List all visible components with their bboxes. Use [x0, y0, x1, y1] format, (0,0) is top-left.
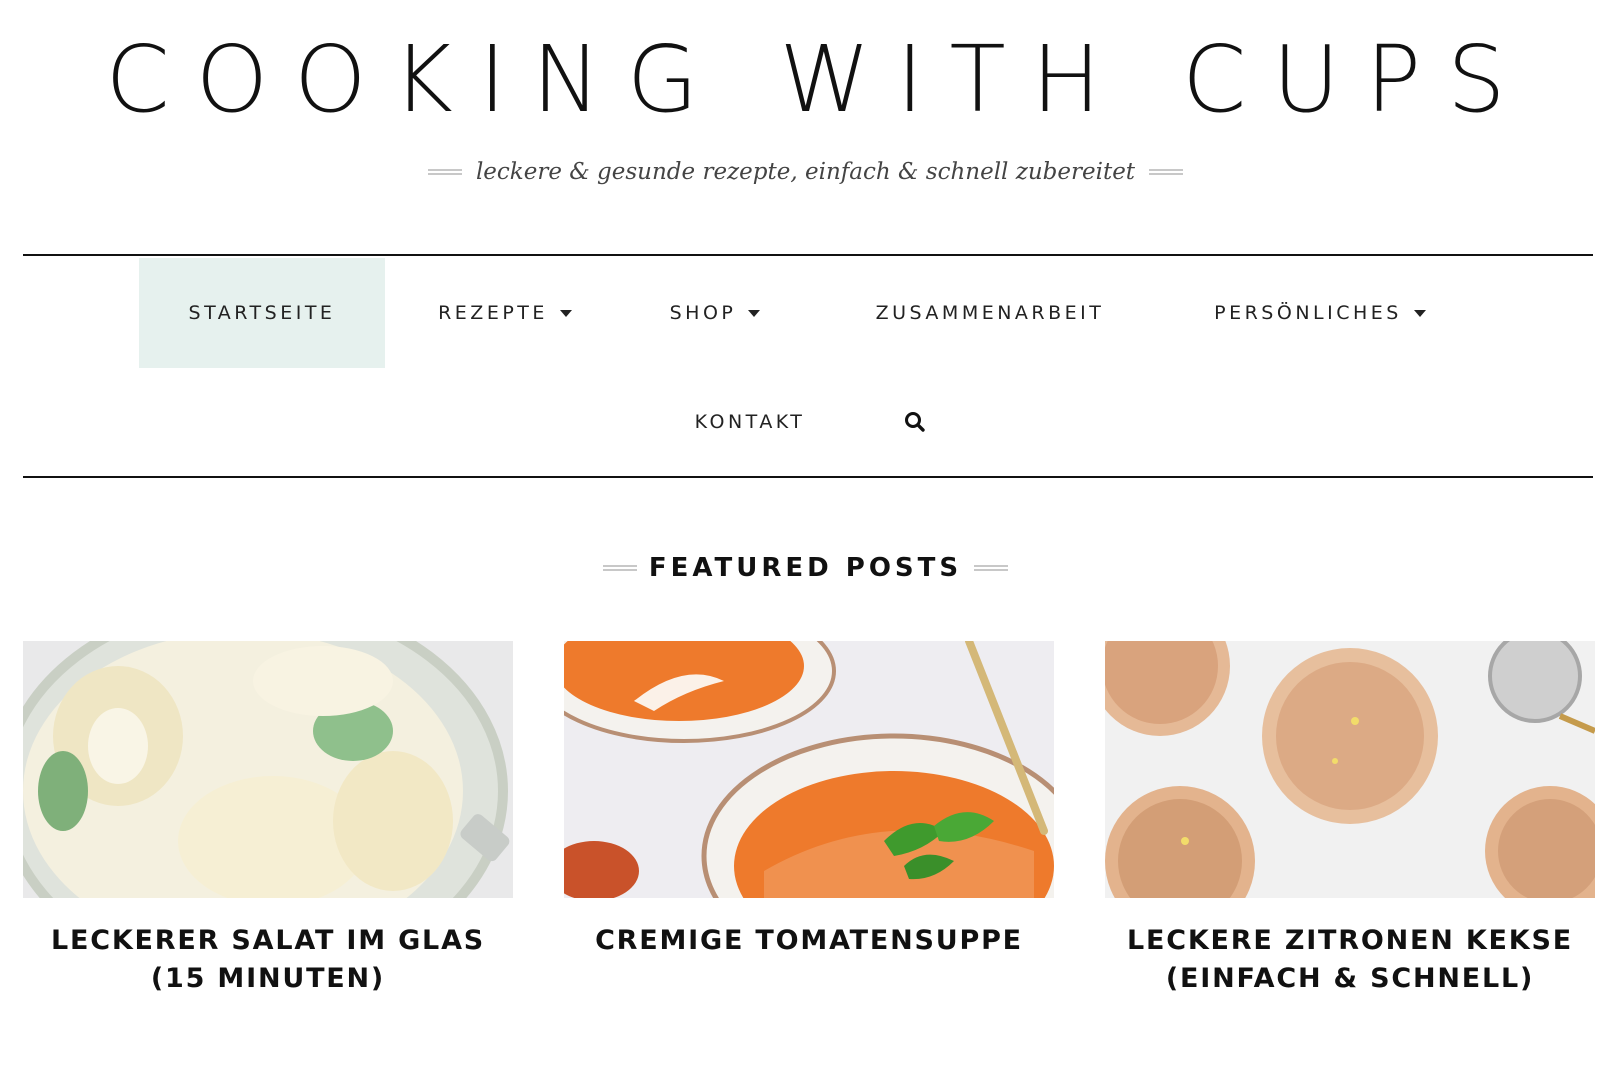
featured-post-card: LECKERER SALAT IM GLAS (15 MINUTEN)	[23, 641, 513, 998]
nav-item-shop[interactable]: SHOP	[650, 258, 780, 368]
search-icon[interactable]	[904, 411, 926, 433]
post-image-tomato-soup[interactable]	[564, 641, 1054, 898]
nav-bottom-rule	[23, 476, 1593, 478]
caret-down-icon	[748, 309, 761, 317]
post-image-salad[interactable]	[23, 641, 513, 898]
nav-item-label: STARTSEITE	[188, 302, 336, 324]
post-title-line: (15 MINUTEN)	[150, 963, 386, 994]
tagline: leckere & gesunde rezepte, einfach & sch…	[475, 159, 1136, 185]
nav-item-label: KONTAKT	[694, 411, 806, 433]
post-title[interactable]: LECKERER SALAT IM GLAS (15 MINUTEN)	[23, 922, 513, 998]
featured-heading: FEATURED POSTS	[648, 553, 963, 583]
featured-divider-right	[974, 565, 1009, 571]
post-image-lemon-cookies[interactable]	[1105, 641, 1595, 898]
site-title[interactable]: COOKING WITH CUPS	[0, 30, 1611, 130]
featured-divider-left	[602, 565, 637, 571]
caret-down-icon	[559, 309, 572, 317]
post-title[interactable]: CREMIGE TOMATENSUPPE	[564, 922, 1054, 960]
post-title-line: LECKERER SALAT IM GLAS	[50, 925, 486, 956]
featured-post-card: LECKERE ZITRONEN KEKSE (EINFACH & SCHNEL…	[1105, 641, 1595, 998]
post-title-line: (EINFACH & SCHNELL)	[1165, 963, 1535, 994]
nav-item-rezepte[interactable]: REZEPTE	[420, 258, 590, 368]
nav-item-zusammenarbeit[interactable]: ZUSAMMENARBEIT	[850, 258, 1130, 368]
post-title[interactable]: LECKERE ZITRONEN KEKSE (EINFACH & SCHNEL…	[1105, 922, 1595, 998]
nav-item-label: REZEPTE	[438, 302, 548, 324]
nav-item-label: ZUSAMMENARBEIT	[875, 302, 1105, 324]
featured-heading-container: FEATURED POSTS	[0, 548, 1611, 588]
nav-item-label: PERSÖNLICHES	[1214, 302, 1402, 324]
tagline-container: leckere & gesunde rezepte, einfach & sch…	[0, 152, 1611, 192]
tagline-divider-right	[1149, 169, 1184, 175]
caret-down-icon	[1413, 309, 1426, 317]
nav-item-kontakt[interactable]: KONTAKT	[670, 368, 830, 476]
nav-top-rule	[23, 254, 1593, 256]
post-title-line: CREMIGE TOMATENSUPPE	[595, 925, 1023, 956]
post-title-line: LECKERE ZITRONEN KEKSE	[1126, 925, 1574, 956]
nav-item-label: SHOP	[669, 302, 737, 324]
featured-post-card: CREMIGE TOMATENSUPPE	[564, 641, 1054, 960]
nav-item-startseite[interactable]: STARTSEITE	[139, 258, 385, 368]
nav-item-persoenliches[interactable]: PERSÖNLICHES	[1190, 258, 1450, 368]
tagline-divider-left	[427, 169, 462, 175]
